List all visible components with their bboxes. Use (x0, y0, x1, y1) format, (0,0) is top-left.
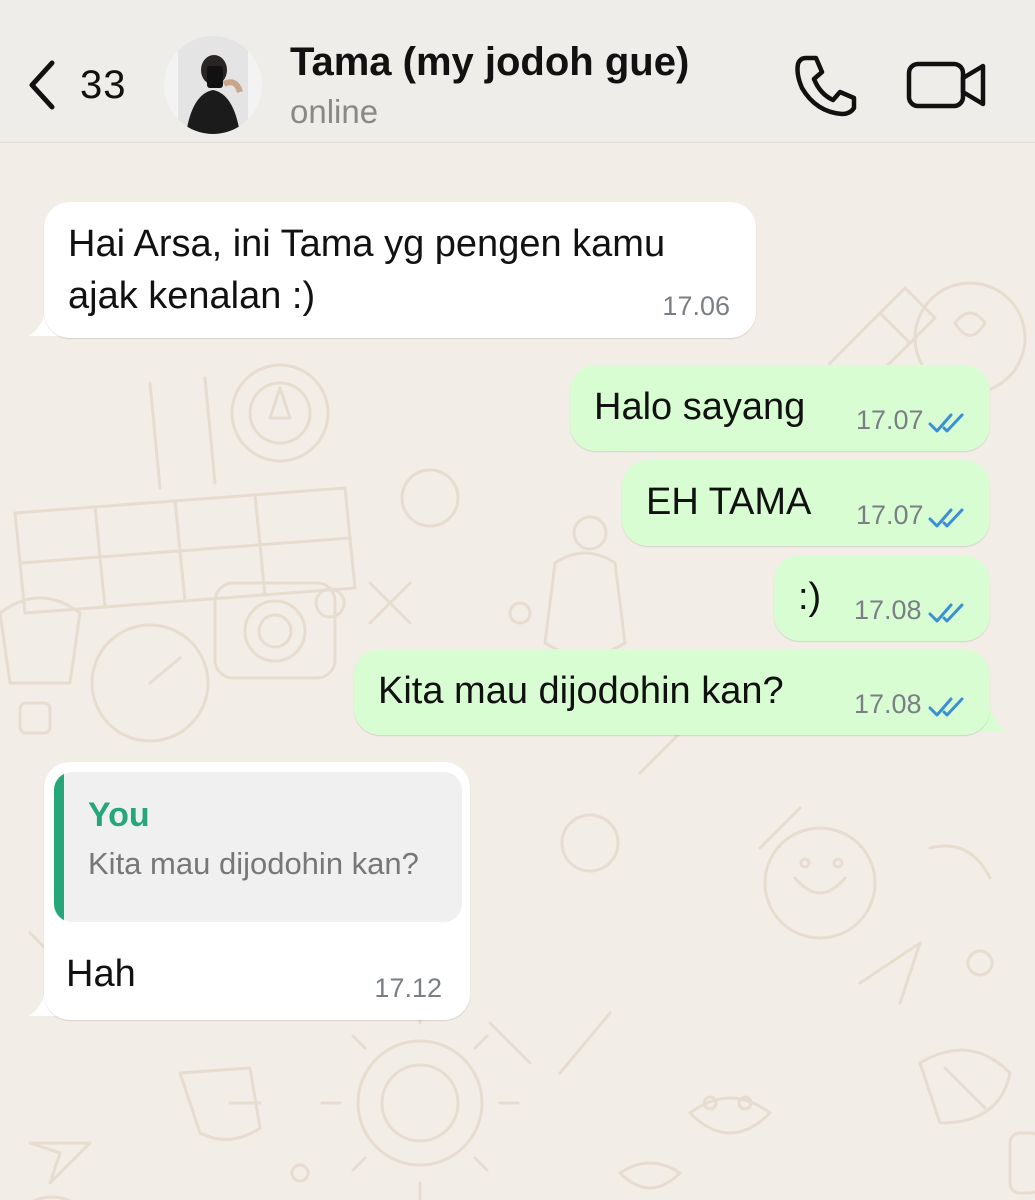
message-time: 17.06 (662, 291, 730, 321)
message-text: Hah (66, 953, 136, 995)
message-time: 17.07 (856, 405, 924, 435)
message-text: Kita mau dijodohin kan? (378, 670, 784, 712)
quoted-reply[interactable]: You Kita mau dijodohin kan? (54, 772, 462, 922)
unread-count: 33 (80, 62, 127, 107)
message-text: Halo sayang (594, 386, 806, 428)
quoted-text: Kita mau dijodohin kan? (88, 846, 419, 881)
avatar-photo (164, 36, 262, 134)
contact-name[interactable]: Tama (my jodoh gue) (290, 40, 689, 85)
message-bubble-incoming[interactable]: You Kita mau dijodohin kan? Hah 17.12 (44, 762, 470, 1020)
message-text: EH TAMA (646, 481, 812, 523)
quote-accent-bar (54, 772, 64, 922)
message-bubble-outgoing[interactable]: EH TAMA 17.07 (622, 460, 990, 546)
read-receipt-icon (928, 603, 964, 623)
message-bubble-outgoing[interactable]: :) 17.08 (774, 555, 990, 641)
message-bubble-incoming[interactable]: Hai Arsa, ini Tama yg pengen kamu ajak k… (44, 202, 756, 338)
message-bubble-outgoing[interactable]: Halo sayang 17.07 (570, 365, 990, 451)
message-time: 17.08 (854, 689, 922, 719)
message-text: Hai Arsa, ini Tama yg pengen kamu (68, 223, 666, 265)
chevron-left-icon (29, 60, 55, 110)
read-receipt-icon (928, 508, 964, 528)
message-bubble-outgoing[interactable]: Kita mau dijodohin kan? 17.08 (354, 649, 990, 735)
message-time: 17.12 (374, 973, 442, 1003)
contact-avatar[interactable] (164, 36, 262, 134)
read-receipt-icon (928, 697, 964, 717)
phone-icon[interactable] (790, 52, 860, 118)
message-text: ajak kenalan :) (68, 275, 316, 317)
quoted-author: You (88, 796, 150, 834)
contact-status: online (290, 93, 379, 130)
video-camera-icon[interactable] (905, 56, 987, 114)
message-time: 17.08 (854, 595, 922, 625)
read-receipt-icon (928, 413, 964, 433)
message-time: 17.07 (856, 500, 924, 530)
message-text: :) (798, 576, 822, 618)
chat-header: 33 Tama (my jodoh gue) online (0, 0, 1035, 143)
back-button[interactable]: 33 (22, 50, 142, 120)
